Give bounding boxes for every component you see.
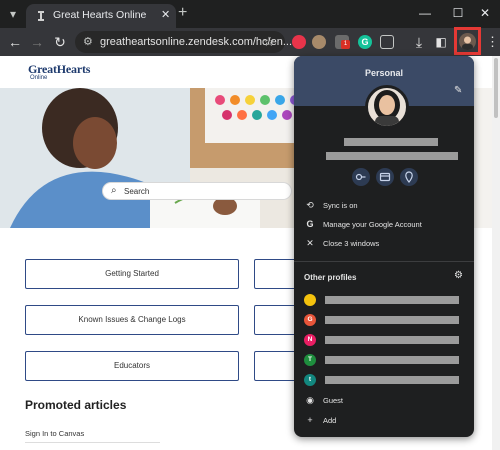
site-logo-sub: Online (30, 75, 48, 81)
google-g-icon: G (306, 219, 314, 229)
maximize-button[interactable]: ☐ (443, 4, 473, 22)
category-label: Getting Started (105, 269, 159, 278)
profile-avatar-icon[interactable]: N (304, 334, 316, 346)
profile-row[interactable] (325, 356, 459, 364)
profile-row[interactable] (325, 336, 459, 344)
close-icon: ✕ (306, 238, 314, 248)
guest-label: Guest (323, 396, 344, 405)
profile-row[interactable] (325, 316, 459, 324)
back-icon[interactable]: ← (6, 33, 24, 51)
add-icon: + (307, 415, 313, 425)
bookmark-star-icon[interactable]: ☆ (263, 34, 275, 50)
search-placeholder: Search (124, 187, 150, 196)
profile-menu-title: Personal (364, 68, 404, 78)
divider (25, 442, 160, 443)
extension-badge-icon[interactable]: 1 (335, 35, 350, 49)
help-search-input[interactable]: ⌕ Search (102, 182, 292, 200)
redacted-email (326, 152, 458, 160)
extension-red-icon[interactable] (292, 35, 306, 49)
menu-kebab-icon[interactable]: ⋮ (486, 34, 499, 50)
category-known-issues[interactable]: Known Issues & Change Logs (25, 305, 239, 335)
tab-close-icon[interactable]: ✕ (161, 8, 170, 21)
profile-avatar-icon[interactable]: t (304, 374, 316, 386)
profile-avatar-icon[interactable] (304, 294, 316, 306)
profile-menu: Personal ✎ ⟲ Sync is on G Manage your Go… (294, 56, 474, 437)
profile-menu-avatar (365, 85, 409, 129)
tab-strip: ▾ Great Hearts Online ✕ + — ☐ ✕ (0, 0, 500, 28)
favicon-icon (38, 11, 44, 21)
passwords-key-icon[interactable] (352, 168, 370, 186)
minimize-button[interactable]: — (410, 4, 440, 22)
category-label: Educators (113, 361, 151, 370)
manage-profiles-gear-icon[interactable]: ⚙ (454, 270, 463, 281)
payment-card-icon[interactable] (376, 168, 394, 186)
site-info-icon[interactable]: ⚙ (83, 35, 93, 48)
search-icon: ⌕ (111, 185, 117, 196)
profile-row[interactable] (325, 376, 459, 384)
add-label: Add (323, 416, 337, 425)
other-profiles-title: Other profiles (304, 273, 357, 282)
forward-icon[interactable]: → (28, 33, 46, 51)
profile-row[interactable] (325, 296, 459, 304)
profile-avatar (459, 33, 476, 50)
article-link[interactable]: Sign In to Canvas (25, 429, 84, 438)
sync-label: Sync is on (323, 201, 358, 210)
new-tab-button[interactable]: + (178, 4, 187, 22)
browser-toolbar: ← → ↻ ⚙ greatheartsonline.zendesk.com/hc… (0, 28, 500, 56)
addresses-pin-icon[interactable] (400, 168, 418, 186)
close-windows-label: Close 3 windows (323, 239, 380, 248)
sync-icon: ⟲ (306, 200, 314, 210)
profile-avatar-icon[interactable]: G (304, 314, 316, 326)
tab-search-icon[interactable]: ▾ (6, 6, 20, 22)
category-getting-started[interactable]: Getting Started (25, 259, 239, 289)
downloads-icon[interactable]: ⤓ (410, 33, 428, 51)
promoted-articles-heading: Promoted articles (25, 398, 127, 412)
reload-icon[interactable]: ↻ (51, 33, 69, 51)
tab-great-hearts[interactable]: Great Hearts Online ✕ (26, 4, 176, 28)
manage-account-label: Manage your Google Account (323, 220, 422, 229)
edit-pencil-icon[interactable]: ✎ (454, 85, 462, 96)
redacted-name (344, 138, 438, 146)
side-panel-icon[interactable]: ◧ (432, 33, 450, 51)
profile-avatar-icon[interactable]: T (304, 354, 316, 366)
close-window-button[interactable]: ✕ (470, 4, 500, 22)
extensions-puzzle-icon[interactable] (380, 35, 394, 49)
profile-button[interactable] (454, 27, 481, 55)
tab-title: Great Hearts Online (53, 9, 147, 21)
extension-owl-icon[interactable] (312, 35, 326, 49)
extension-grammarly-icon[interactable]: G (358, 35, 372, 49)
category-label: Known Issues & Change Logs (78, 315, 186, 324)
guest-icon: ◉ (306, 395, 314, 405)
address-bar[interactable]: ⚙ greatheartsonline.zendesk.com/hc/en...… (75, 31, 292, 53)
category-educators[interactable]: Educators (25, 351, 239, 381)
extension-badge-count: 1 (341, 40, 350, 49)
scrollbar-thumb[interactable] (494, 58, 498, 118)
menu-divider (294, 261, 474, 262)
